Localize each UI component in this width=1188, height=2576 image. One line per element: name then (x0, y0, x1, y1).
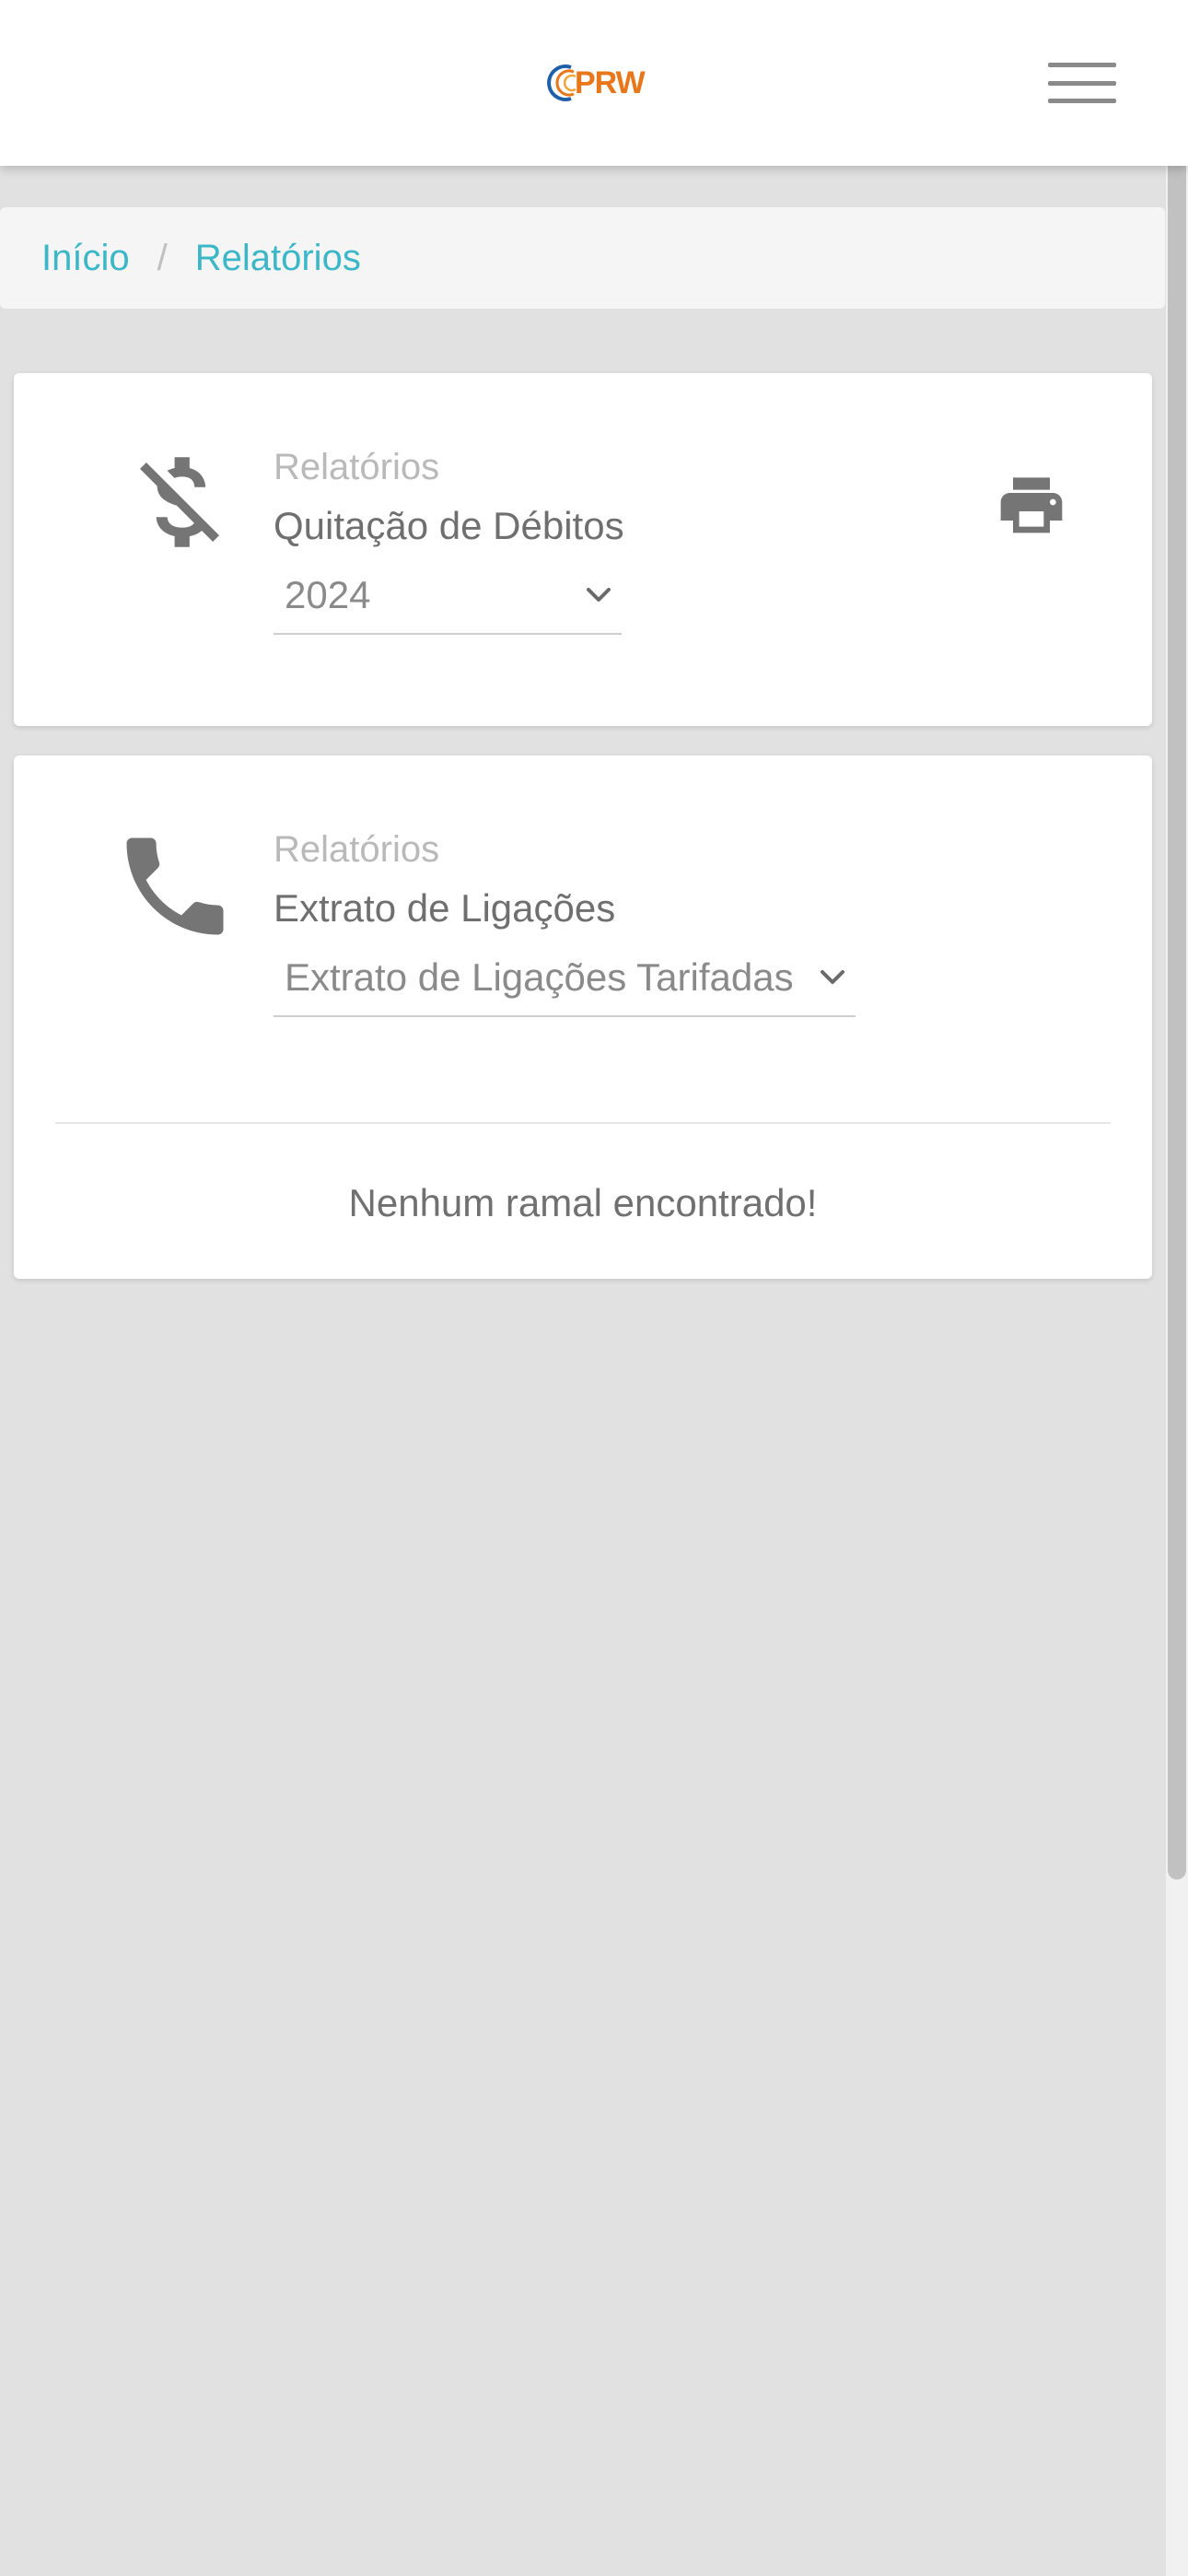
breadcrumb: Início / Relatórios (0, 207, 1165, 309)
phone-icon (126, 837, 224, 935)
card-title: Quitação de Débitos (274, 504, 624, 547)
call-statement-card: Relatórios Extrato de Ligações Extrato d… (14, 755, 1152, 1279)
card-subtitle: Relatórios (274, 829, 440, 870)
card-title: Extrato de Ligações (274, 886, 616, 930)
hamburger-menu-icon[interactable] (1041, 57, 1124, 109)
scrollbar-thumb[interactable] (1168, 166, 1186, 1879)
logo-text: PRW (575, 64, 646, 100)
card-subtitle: Relatórios (274, 447, 440, 487)
statement-type-select[interactable]: Extrato de Ligações Tarifadas (274, 940, 856, 1017)
page: PRW Início / Relatórios Relatórios Quita… (0, 0, 1188, 2576)
money-off-icon (139, 457, 220, 547)
card-divider (55, 1122, 1111, 1124)
breadcrumb-reports-link[interactable]: Relatórios (195, 238, 361, 279)
top-header: PRW (0, 0, 1188, 166)
empty-extensions-message: Nenhum ramal encontrado! (348, 1181, 818, 1224)
menu-line (1048, 99, 1116, 103)
breadcrumb-separator: / (157, 237, 168, 278)
print-icon[interactable] (995, 474, 1068, 539)
debt-clearance-card: Relatórios Quitação de Débitos 2024 (14, 373, 1152, 726)
chevron-down-icon (821, 970, 844, 984)
menu-line (1048, 80, 1116, 86)
menu-line (1048, 63, 1116, 67)
chevron-down-icon (587, 588, 611, 602)
year-select-value: 2024 (285, 573, 371, 616)
statement-type-value: Extrato de Ligações Tarifadas (285, 955, 794, 999)
brand-logo[interactable]: PRW (543, 57, 646, 109)
year-select[interactable]: 2024 (274, 557, 622, 635)
breadcrumb-home-link[interactable]: Início (41, 238, 130, 279)
